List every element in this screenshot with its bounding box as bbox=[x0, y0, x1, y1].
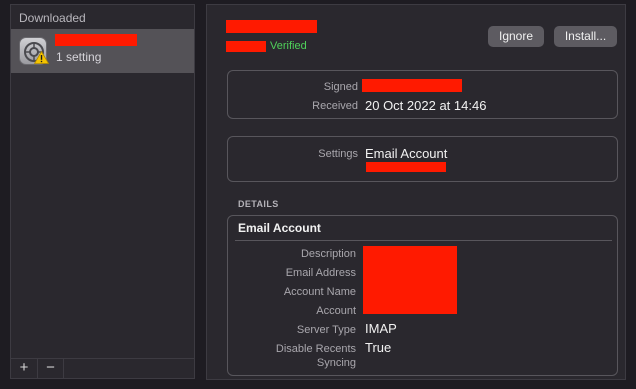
remove-button[interactable]: − bbox=[37, 359, 64, 378]
email-account-details-box: Email Account Description Email Address … bbox=[227, 215, 618, 376]
divider bbox=[235, 240, 612, 241]
profile-installer-window: Downloaded 1 setting + − Verified Ignore… bbox=[0, 0, 636, 389]
settings-value: Email Account bbox=[365, 146, 448, 161]
signer-redaction bbox=[362, 79, 462, 92]
email-address-label: Email Address bbox=[285, 267, 356, 279]
syncing-label: Syncing bbox=[316, 357, 356, 369]
organization-redaction bbox=[226, 41, 266, 52]
add-button[interactable]: + bbox=[13, 359, 35, 378]
sidebar-footer: + − bbox=[11, 358, 194, 378]
account-name-label: Account Name bbox=[283, 286, 356, 298]
sidebar-item-profile[interactable]: 1 setting bbox=[11, 29, 194, 73]
details-heading: DETAILS bbox=[238, 199, 279, 209]
install-button[interactable]: Install... bbox=[554, 26, 617, 47]
signed-label: Signed bbox=[323, 81, 358, 93]
description-label: Description bbox=[300, 248, 356, 260]
verified-status: Verified bbox=[270, 40, 307, 52]
profile-detail-pane: Verified Ignore Install... Signed Receiv… bbox=[206, 4, 626, 380]
sidebar: Downloaded 1 setting + − bbox=[10, 4, 195, 379]
sidebar-header: Downloaded bbox=[19, 11, 86, 25]
details-box-title: Email Account bbox=[238, 221, 321, 235]
disable-recents-label: Disable Recents bbox=[275, 343, 356, 355]
warning-icon bbox=[34, 51, 49, 64]
server-type-label: Server Type bbox=[296, 324, 356, 336]
settings-box: Settings Email Account bbox=[227, 136, 618, 182]
received-value: 20 Oct 2022 at 14:46 bbox=[365, 98, 487, 113]
profile-name-redaction bbox=[55, 34, 137, 46]
received-label: Received bbox=[312, 100, 358, 112]
settings-label: Settings bbox=[318, 148, 358, 160]
ignore-button[interactable]: Ignore bbox=[488, 26, 544, 47]
disable-recents-value: True bbox=[365, 340, 392, 355]
profile-subtitle: 1 setting bbox=[56, 50, 102, 64]
server-type-value: IMAP bbox=[365, 321, 397, 336]
signature-info-box: Signed Received 20 Oct 2022 at 14:46 bbox=[227, 70, 618, 119]
account-details-redaction bbox=[363, 246, 457, 314]
profile-title-redaction bbox=[226, 20, 317, 33]
settings-detail-redaction bbox=[366, 162, 446, 172]
account-label: Account bbox=[316, 305, 356, 317]
